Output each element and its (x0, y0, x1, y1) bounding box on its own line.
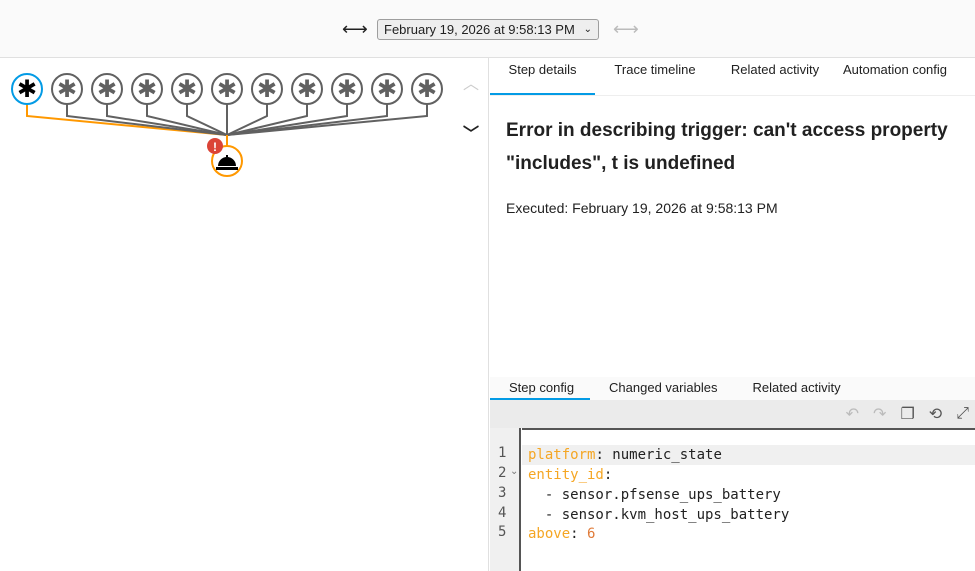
line-number: 1 (498, 445, 507, 461)
tab-trace-timeline[interactable]: Trace timeline (595, 58, 715, 95)
copy-icon[interactable]: ❐ (900, 404, 914, 424)
previous-trace-icon[interactable]: ⟷ (342, 20, 368, 38)
search-replace-icon[interactable]: ⟲ (929, 404, 942, 424)
fullscreen-icon[interactable]: ⤢ (956, 405, 969, 423)
redo-icon[interactable]: ↷ (873, 404, 886, 424)
trace-toolbar: ⟷ February 19, 2026 at 9:58:13 PM ⌄ ⟷ (0, 0, 975, 58)
asterisk-icon: ✱ (17, 76, 37, 103)
code-line: entity_id: (528, 467, 613, 483)
tab-related-activity[interactable]: Related activity (715, 58, 835, 95)
editor-toolbar: ↶ ↷ ❐ ⟲ ⤢ (490, 400, 975, 428)
chevron-down-icon[interactable]: ﹀ (463, 120, 479, 144)
asterisk-icon: ✱ (217, 76, 237, 103)
code-line: - sensor.pfsense_ups_battery (528, 487, 781, 503)
asterisk-icon: ✱ (137, 76, 157, 103)
line-number: 5 (498, 524, 507, 540)
selected-date: February 19, 2026 at 9:58:13 PM (384, 22, 575, 37)
asterisk-icon: ✱ (97, 76, 117, 103)
line-number: 4 (498, 505, 507, 521)
code-line: above: 6 (528, 526, 596, 542)
asterisk-icon: ✱ (377, 76, 397, 103)
step-heading: Error in describing trigger: can't acces… (506, 120, 948, 174)
trace-date-select[interactable]: February 19, 2026 at 9:58:13 PM ⌄ (377, 19, 599, 40)
tab-related-activity-2[interactable]: Related activity (733, 377, 856, 400)
tab-automation-config[interactable]: Automation config (835, 58, 955, 95)
tab-changed-variables[interactable]: Changed variables (590, 377, 733, 400)
chevron-down-icon: ⌄ (583, 24, 592, 35)
asterisk-icon: ✱ (297, 76, 317, 103)
yaml-editor[interactable]: platform: numeric_state entity_id: - sen… (522, 428, 975, 571)
undo-icon[interactable]: ↶ (846, 404, 859, 424)
trace-graph: ✱ ✱ ✱ ✱ ✱ ✱ ✱ ✱ ✱ ✱ ✱! (11, 73, 443, 177)
asterisk-icon: ✱ (257, 76, 277, 103)
trace-graph-panel: ✱ ✱ ✱ ✱ ✱ ✱ ✱ ✱ ✱ ✱ ✱! ︿ ﹀ (0, 58, 489, 571)
tab-step-details[interactable]: Step details (490, 58, 595, 95)
executed-time: Executed: February 19, 2026 at 9:58:13 P… (506, 200, 778, 216)
asterisk-icon: ✱ (57, 76, 77, 103)
code-line: - sensor.kvm_host_ups_battery (528, 507, 790, 523)
tab-step-config[interactable]: Step config (490, 377, 591, 400)
asterisk-icon: ✱ (177, 76, 197, 103)
line-number: 2 (498, 465, 507, 481)
asterisk-icon: ✱ (417, 76, 437, 103)
trace-tabs: Step details Trace timeline Related acti… (490, 58, 975, 96)
step-tabs: Step config Changed variables Related ac… (490, 377, 975, 400)
fold-icon[interactable]: ⌄ (510, 466, 518, 477)
line-number: 3 (498, 485, 507, 501)
chevron-up-icon[interactable]: ︿ (463, 70, 479, 94)
code-line: platform: numeric_state (522, 445, 975, 465)
error-icon: ! (213, 140, 217, 154)
next-trace-icon[interactable]: ⟷ (613, 20, 639, 38)
asterisk-icon: ✱ (337, 76, 357, 103)
